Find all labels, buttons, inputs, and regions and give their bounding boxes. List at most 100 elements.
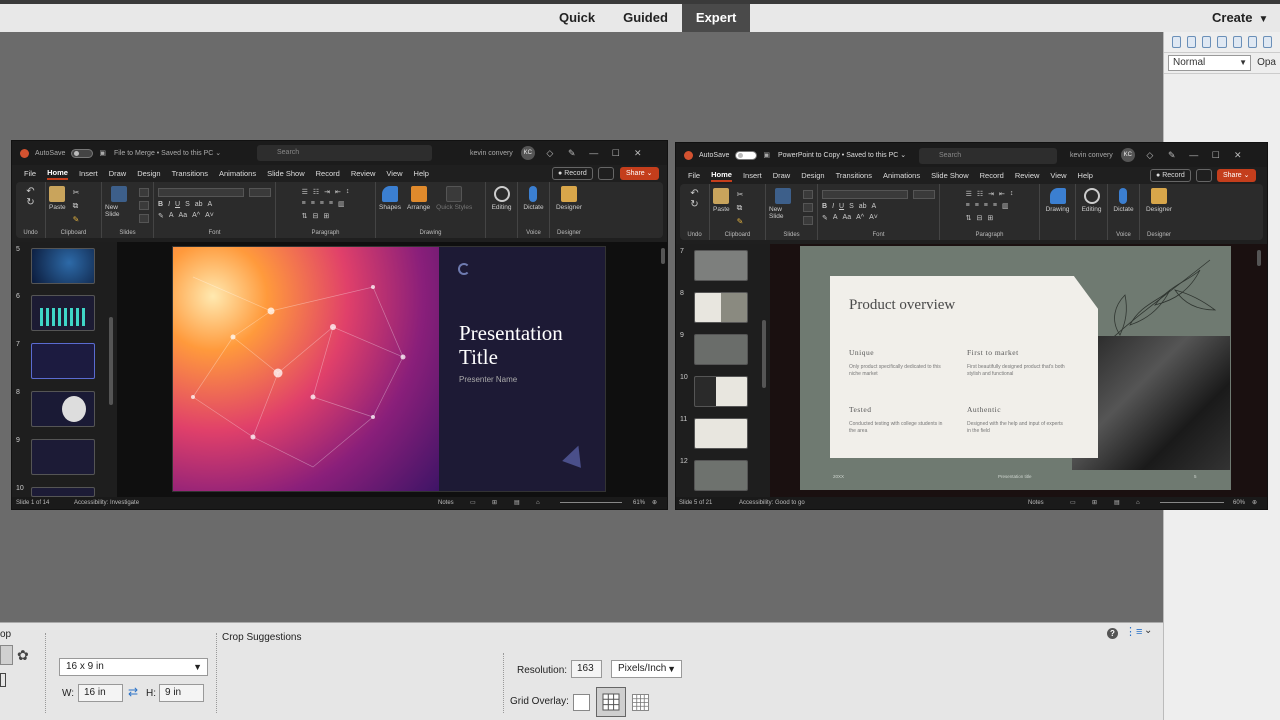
text-direction-icon[interactable]: ⇅ [302, 212, 308, 220]
reset-icon[interactable] [139, 201, 149, 210]
shrink-font-icon[interactable]: A˅ [869, 214, 878, 222]
shapes-button[interactable]: Shapes [379, 186, 401, 211]
share-button[interactable]: Share ⌄ [620, 167, 659, 180]
tab-insert[interactable]: Insert [743, 171, 762, 180]
cut-icon[interactable]: ✂ [737, 190, 744, 199]
highlight-icon[interactable]: ✎ [822, 214, 828, 222]
share-button[interactable]: Share ⌄ [1217, 169, 1256, 182]
grow-font-icon[interactable]: A^ [856, 214, 864, 222]
outdent-icon[interactable]: ⇤ [999, 190, 1005, 198]
diamond-icon[interactable]: ◇ [543, 148, 557, 159]
tab-animations[interactable]: Animations [883, 171, 920, 180]
line-spacing-icon[interactable]: ↕ [1010, 190, 1014, 198]
zoom-slider[interactable] [1160, 502, 1224, 503]
align-right-icon[interactable]: ≡ [320, 200, 324, 208]
crop-rectangle-icon[interactable] [0, 673, 6, 687]
tab-view[interactable]: View [1050, 171, 1066, 180]
change-case-icon[interactable]: Aa [843, 214, 852, 222]
editing-button[interactable]: Editing [492, 186, 511, 211]
thumbnail[interactable]: 12 [676, 458, 770, 496]
slide-sorter-icon[interactable]: ⊞ [492, 497, 497, 509]
outdent-icon[interactable]: ⇤ [335, 188, 341, 196]
record-button[interactable]: ● Record [552, 167, 593, 180]
adjustment-layer-icon[interactable] [1202, 36, 1212, 48]
grow-font-icon[interactable]: A^ [192, 212, 200, 220]
strikethrough-icon[interactable]: S [185, 201, 190, 208]
delete-layer-icon[interactable] [1262, 36, 1272, 48]
align-left-icon[interactable]: ≡ [966, 202, 970, 210]
cut-icon[interactable]: ✂ [73, 188, 80, 197]
accessibility-status[interactable]: Accessibility: Good to go [739, 497, 805, 509]
thumbnail[interactable]: 5 [12, 246, 117, 286]
tab-file[interactable]: File [24, 169, 36, 178]
lock-icon[interactable] [1247, 36, 1257, 48]
slide-scrollbar[interactable] [661, 248, 665, 264]
reading-view-icon[interactable]: ▤ [514, 497, 520, 509]
tab-draw[interactable]: Draw [773, 171, 791, 180]
undo-icon[interactable]: ↶ [26, 186, 34, 197]
block-heading[interactable]: First to market [967, 348, 1019, 357]
autosave-toggle[interactable] [71, 148, 94, 158]
char-spacing-icon[interactable]: ab [195, 201, 203, 208]
font-size-select[interactable] [249, 188, 271, 197]
new-slide-button[interactable]: New Slide [769, 188, 796, 220]
mode-tab-expert[interactable]: Expert [681, 4, 751, 32]
italic-icon[interactable]: I [832, 203, 834, 210]
numbering-icon[interactable]: ☷ [313, 188, 319, 196]
tab-help[interactable]: Help [414, 169, 429, 178]
section-icon[interactable] [139, 214, 149, 223]
block-text[interactable]: First beautifully designed product that'… [967, 364, 1067, 378]
lock-transparency-icon[interactable] [1232, 36, 1242, 48]
thumbnail[interactable]: 10 [676, 374, 770, 412]
bold-icon[interactable]: B [822, 203, 827, 210]
indent-icon[interactable]: ⇥ [324, 188, 330, 196]
collapse-icon[interactable]: ⌄ [1144, 625, 1152, 636]
save-icon[interactable]: ▣ [763, 151, 770, 159]
block-text[interactable]: Designed with the help and input of expe… [967, 421, 1067, 435]
tab-view[interactable]: View [386, 169, 402, 178]
columns-icon[interactable]: ▥ [338, 200, 345, 208]
undo-icon[interactable]: ↶ [690, 188, 698, 199]
normal-view-icon[interactable]: ▭ [470, 497, 476, 509]
tab-animations[interactable]: Animations [219, 169, 256, 178]
reset-icon[interactable] [803, 203, 813, 212]
justify-icon[interactable]: ≡ [993, 202, 997, 210]
text-direction-icon[interactable]: ⇅ [966, 214, 972, 222]
highlight-icon[interactable]: ✎ [158, 212, 164, 220]
slide-scrollbar[interactable] [1257, 250, 1261, 266]
resolution-unit-select[interactable]: Pixels/Inch ▼ [611, 660, 682, 678]
crop-tool-icon[interactable] [0, 645, 13, 665]
format-painter-icon[interactable]: ✎ [737, 217, 744, 226]
tab-transitions[interactable]: Transitions [836, 171, 872, 180]
drawing-button[interactable]: Drawing [1046, 188, 1069, 213]
avatar[interactable]: KC [1120, 148, 1135, 162]
mode-tab-guided[interactable]: Guided [609, 4, 682, 32]
minimize-icon[interactable]: — [1187, 150, 1201, 160]
font-color-icon[interactable]: A [208, 201, 213, 208]
zoom-level[interactable]: 61% [633, 497, 645, 509]
section-icon[interactable] [803, 216, 813, 225]
arrange-button[interactable]: Arrange [407, 186, 430, 211]
redo-icon[interactable]: ↻ [690, 199, 698, 210]
tab-insert[interactable]: Insert [79, 169, 98, 178]
tab-review[interactable]: Review [1015, 171, 1040, 180]
tab-record[interactable]: Record [316, 169, 340, 178]
thumbnail[interactable]: 7 [12, 341, 117, 381]
dictate-button[interactable]: Dictate [1113, 188, 1134, 213]
thumbnail-scrollbar[interactable] [109, 317, 113, 405]
preset-select[interactable]: 16 x 9 in ▼ [59, 658, 208, 676]
indent-icon[interactable]: ⇥ [988, 190, 994, 198]
thumbnail[interactable]: 11 [676, 416, 770, 454]
smartart-icon[interactable]: ⊞ [323, 212, 329, 220]
layer-mask-icon[interactable] [1217, 36, 1227, 48]
tab-file[interactable]: File [688, 171, 700, 180]
help-icon[interactable]: ? [1107, 628, 1118, 639]
paste-button[interactable]: Paste [713, 188, 730, 213]
redo-icon[interactable]: ↻ [26, 197, 34, 208]
designer-button[interactable]: Designer [556, 186, 582, 211]
slide-sorter-icon[interactable]: ⊞ [1092, 497, 1097, 509]
comments-button[interactable] [598, 167, 614, 180]
numbering-icon[interactable]: ☷ [977, 190, 983, 198]
document-title[interactable]: File to Merge • Saved to this PC ⌄ [114, 149, 221, 157]
smartart-icon[interactable]: ⊞ [987, 214, 993, 222]
